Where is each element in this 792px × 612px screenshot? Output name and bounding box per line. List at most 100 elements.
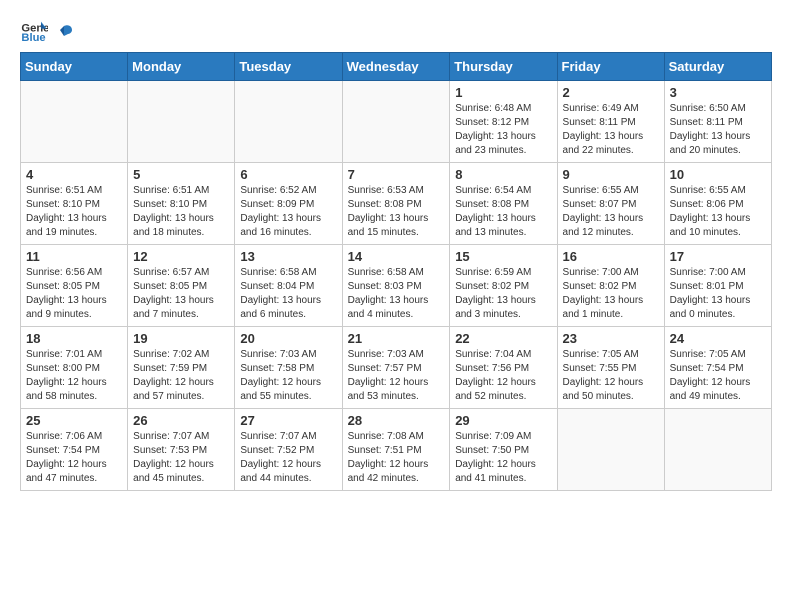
weekday-header: Wednesday: [342, 53, 450, 81]
day-info: Sunrise: 6:58 AM Sunset: 8:03 PM Dayligh…: [348, 266, 445, 322]
day-number: 19: [133, 331, 229, 346]
weekday-header: Monday: [128, 53, 235, 81]
day-info: Sunrise: 6:58 AM Sunset: 8:04 PM Dayligh…: [240, 266, 336, 322]
day-number: 15: [455, 249, 551, 264]
day-info: Sunrise: 6:51 AM Sunset: 8:10 PM Dayligh…: [133, 184, 229, 240]
day-info: Sunrise: 7:05 AM Sunset: 7:55 PM Dayligh…: [563, 348, 659, 404]
day-number: 4: [26, 167, 122, 182]
day-number: 13: [240, 249, 336, 264]
calendar-cell: 15 Sunrise: 6:59 AM Sunset: 8:02 PM Dayli…: [450, 245, 557, 327]
day-info: Sunrise: 6:53 AM Sunset: 8:08 PM Dayligh…: [348, 184, 445, 240]
day-number: 7: [348, 167, 445, 182]
calendar-cell: 3 Sunrise: 6:50 AM Sunset: 8:11 PM Daylig…: [664, 81, 771, 163]
day-number: 3: [670, 85, 766, 100]
logo-icon: General Blue: [20, 16, 48, 44]
day-info: Sunrise: 7:06 AM Sunset: 7:54 PM Dayligh…: [26, 430, 122, 486]
logo: General Blue: [20, 16, 74, 44]
calendar-cell: 22Sunrise: 7:04 AM Sunset: 7:56 PM Dayli…: [450, 327, 557, 409]
day-number: 11: [26, 249, 122, 264]
day-number: 12: [133, 249, 229, 264]
calendar-cell: [235, 81, 342, 163]
day-number: 8: [455, 167, 551, 182]
day-info: Sunrise: 6:56 AM Sunset: 8:05 PM Dayligh…: [26, 266, 122, 322]
calendar-week-row: 1 Sunrise: 6:48 AM Sunset: 8:12 PM Daylig…: [21, 81, 772, 163]
calendar-cell: 13 Sunrise: 6:58 AM Sunset: 8:04 PM Dayli…: [235, 245, 342, 327]
day-number: 1: [455, 85, 551, 100]
calendar-cell: 16Sunrise: 7:00 AM Sunset: 8:02 PM Dayli…: [557, 245, 664, 327]
day-number: 6: [240, 167, 336, 182]
day-info: Sunrise: 6:54 AM Sunset: 8:08 PM Dayligh…: [455, 184, 551, 240]
calendar-week-row: 4 Sunrise: 6:51 AM Sunset: 8:10 PM Daylig…: [21, 163, 772, 245]
calendar-week-row: 11 Sunrise: 6:56 AM Sunset: 8:05 PM Dayli…: [21, 245, 772, 327]
day-info: Sunrise: 7:08 AM Sunset: 7:51 PM Dayligh…: [348, 430, 445, 486]
day-number: 17: [670, 249, 766, 264]
calendar-cell: 26Sunrise: 7:07 AM Sunset: 7:53 PM Dayli…: [128, 409, 235, 491]
calendar-cell: 5 Sunrise: 6:51 AM Sunset: 8:10 PM Daylig…: [128, 163, 235, 245]
svg-text:Blue: Blue: [21, 32, 45, 44]
day-info: Sunrise: 6:51 AM Sunset: 8:10 PM Dayligh…: [26, 184, 122, 240]
weekday-header: Tuesday: [235, 53, 342, 81]
calendar-cell: 14 Sunrise: 6:58 AM Sunset: 8:03 PM Dayli…: [342, 245, 450, 327]
calendar-cell: 21 Sunrise: 7:03 AM Sunset: 7:57 PM Dayli…: [342, 327, 450, 409]
day-info: Sunrise: 7:09 AM Sunset: 7:50 PM Dayligh…: [455, 430, 551, 486]
header: General Blue: [20, 16, 772, 44]
day-info: Sunrise: 6:48 AM Sunset: 8:12 PM Dayligh…: [455, 102, 551, 158]
calendar-cell: 28 Sunrise: 7:08 AM Sunset: 7:51 PM Dayli…: [342, 409, 450, 491]
calendar-cell: [342, 81, 450, 163]
day-number: 9: [563, 167, 659, 182]
calendar-cell: 11 Sunrise: 6:56 AM Sunset: 8:05 PM Dayli…: [21, 245, 128, 327]
calendar-cell: 18 Sunrise: 7:01 AM Sunset: 8:00 PM Dayli…: [21, 327, 128, 409]
day-info: Sunrise: 6:59 AM Sunset: 8:02 PM Dayligh…: [455, 266, 551, 322]
calendar-cell: 6 Sunrise: 6:52 AM Sunset: 8:09 PM Daylig…: [235, 163, 342, 245]
weekday-header: Saturday: [664, 53, 771, 81]
day-number: 23: [563, 331, 659, 346]
weekday-header: Sunday: [21, 53, 128, 81]
calendar-cell: 12 Sunrise: 6:57 AM Sunset: 8:05 PM Dayli…: [128, 245, 235, 327]
day-number: 16: [563, 249, 659, 264]
calendar-cell: 29 Sunrise: 7:09 AM Sunset: 7:50 PM Dayli…: [450, 409, 557, 491]
day-number: 29: [455, 413, 551, 428]
calendar-cell: 7 Sunrise: 6:53 AM Sunset: 8:08 PM Daylig…: [342, 163, 450, 245]
calendar-cell: 20 Sunrise: 7:03 AM Sunset: 7:58 PM Dayli…: [235, 327, 342, 409]
day-number: 10: [670, 167, 766, 182]
calendar-cell: 27Sunrise: 7:07 AM Sunset: 7:52 PM Dayli…: [235, 409, 342, 491]
day-info: Sunrise: 7:03 AM Sunset: 7:58 PM Dayligh…: [240, 348, 336, 404]
calendar-cell: 24Sunrise: 7:05 AM Sunset: 7:54 PM Dayli…: [664, 327, 771, 409]
day-info: Sunrise: 7:01 AM Sunset: 8:00 PM Dayligh…: [26, 348, 122, 404]
day-number: 5: [133, 167, 229, 182]
calendar-cell: 25 Sunrise: 7:06 AM Sunset: 7:54 PM Dayli…: [21, 409, 128, 491]
day-number: 14: [348, 249, 445, 264]
calendar-header-row: SundayMondayTuesdayWednesdayThursdayFrid…: [21, 53, 772, 81]
calendar-cell: 23 Sunrise: 7:05 AM Sunset: 7:55 PM Dayli…: [557, 327, 664, 409]
day-info: Sunrise: 7:07 AM Sunset: 7:52 PM Dayligh…: [240, 430, 336, 486]
day-info: Sunrise: 7:02 AM Sunset: 7:59 PM Dayligh…: [133, 348, 229, 404]
day-info: Sunrise: 7:00 AM Sunset: 8:01 PM Dayligh…: [670, 266, 766, 322]
calendar-week-row: 25 Sunrise: 7:06 AM Sunset: 7:54 PM Dayli…: [21, 409, 772, 491]
day-number: 28: [348, 413, 445, 428]
calendar-cell: [128, 81, 235, 163]
calendar-week-row: 18 Sunrise: 7:01 AM Sunset: 8:00 PM Dayli…: [21, 327, 772, 409]
day-number: 21: [348, 331, 445, 346]
day-info: Sunrise: 6:55 AM Sunset: 8:07 PM Dayligh…: [563, 184, 659, 240]
calendar-table: SundayMondayTuesdayWednesdayThursdayFrid…: [20, 52, 772, 491]
day-number: 25: [26, 413, 122, 428]
logo-bird-icon: [54, 22, 74, 42]
day-info: Sunrise: 7:05 AM Sunset: 7:54 PM Dayligh…: [670, 348, 766, 404]
day-info: Sunrise: 6:50 AM Sunset: 8:11 PM Dayligh…: [670, 102, 766, 158]
calendar-cell: [664, 409, 771, 491]
day-info: Sunrise: 6:52 AM Sunset: 8:09 PM Dayligh…: [240, 184, 336, 240]
calendar-cell: 9 Sunrise: 6:55 AM Sunset: 8:07 PM Daylig…: [557, 163, 664, 245]
weekday-header: Thursday: [450, 53, 557, 81]
day-number: 2: [563, 85, 659, 100]
weekday-header: Friday: [557, 53, 664, 81]
day-info: Sunrise: 6:57 AM Sunset: 8:05 PM Dayligh…: [133, 266, 229, 322]
calendar-cell: 19 Sunrise: 7:02 AM Sunset: 7:59 PM Dayli…: [128, 327, 235, 409]
calendar-cell: 4 Sunrise: 6:51 AM Sunset: 8:10 PM Daylig…: [21, 163, 128, 245]
day-number: 20: [240, 331, 336, 346]
day-number: 18: [26, 331, 122, 346]
calendar-cell: 1 Sunrise: 6:48 AM Sunset: 8:12 PM Daylig…: [450, 81, 557, 163]
calendar-cell: 8 Sunrise: 6:54 AM Sunset: 8:08 PM Daylig…: [450, 163, 557, 245]
calendar-cell: [557, 409, 664, 491]
day-info: Sunrise: 7:03 AM Sunset: 7:57 PM Dayligh…: [348, 348, 445, 404]
day-info: Sunrise: 7:07 AM Sunset: 7:53 PM Dayligh…: [133, 430, 229, 486]
